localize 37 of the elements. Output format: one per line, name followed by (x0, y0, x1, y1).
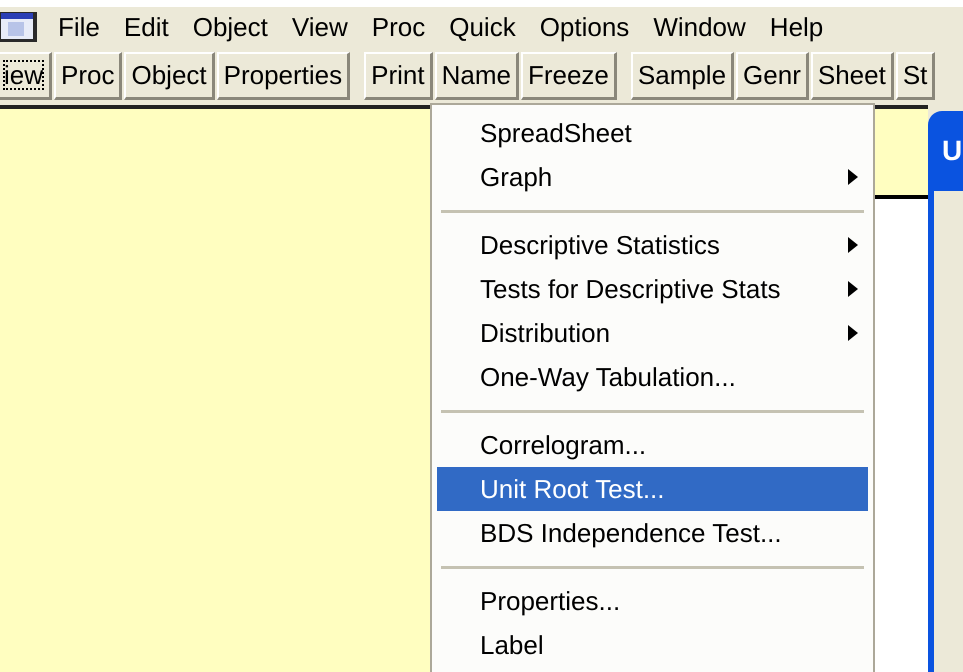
menu-item[interactable]: Object (180, 7, 280, 47)
menu-item[interactable]: Options (528, 7, 642, 47)
menu-entry[interactable]: SpreadSheet (437, 111, 868, 155)
toolbar-button[interactable]: Genr (736, 52, 809, 100)
menu-entry[interactable]: Graph (437, 155, 868, 199)
toolbar-button[interactable]: Sample (630, 52, 734, 100)
toolbar-button[interactable]: Name (434, 52, 519, 100)
menu-entry[interactable]: Label (437, 623, 868, 667)
toolbar-button[interactable]: St (896, 52, 936, 100)
menu-item[interactable]: View (280, 7, 360, 47)
menu-item[interactable]: Quick (437, 7, 528, 47)
toolbar-button[interactable]: Properties (216, 52, 350, 100)
menu-item[interactable]: File (46, 7, 112, 47)
menu-entry[interactable]: BDS Independence Test... (437, 511, 868, 555)
toolbar-button[interactable]: iew (0, 52, 52, 100)
menu-entry[interactable]: Properties... (437, 579, 868, 623)
submenu-arrow-icon (848, 237, 858, 253)
toolbar-button[interactable]: Print (364, 52, 433, 100)
toolbar-button[interactable]: Freeze (520, 52, 617, 100)
menu-item[interactable]: Proc (360, 7, 438, 47)
menu-item[interactable]: Help (758, 7, 836, 47)
menu-item[interactable]: Window (641, 7, 758, 47)
menu-item[interactable]: Edit (112, 7, 181, 47)
dialog-title: U (942, 134, 962, 168)
submenu-arrow-icon (848, 325, 858, 341)
menu-entry[interactable]: Correlogram... (437, 423, 868, 467)
toolbar-button[interactable]: Object (124, 52, 215, 100)
menu-entry[interactable]: Descriptive Statistics (437, 223, 868, 267)
submenu-arrow-icon (848, 169, 858, 185)
app-window-icon[interactable] (0, 10, 40, 44)
toolbar-button[interactable]: Proc (54, 52, 122, 100)
submenu-arrow-icon (848, 281, 858, 297)
menu-entry[interactable]: Unit Root Test... (437, 467, 868, 511)
toolbar-button[interactable]: Sheet (810, 52, 894, 100)
menu-entry[interactable]: One-Way Tabulation... (437, 355, 868, 399)
menu-entry[interactable]: Distribution (437, 311, 868, 355)
menu-entry[interactable]: Tests for Descriptive Stats (437, 267, 868, 311)
